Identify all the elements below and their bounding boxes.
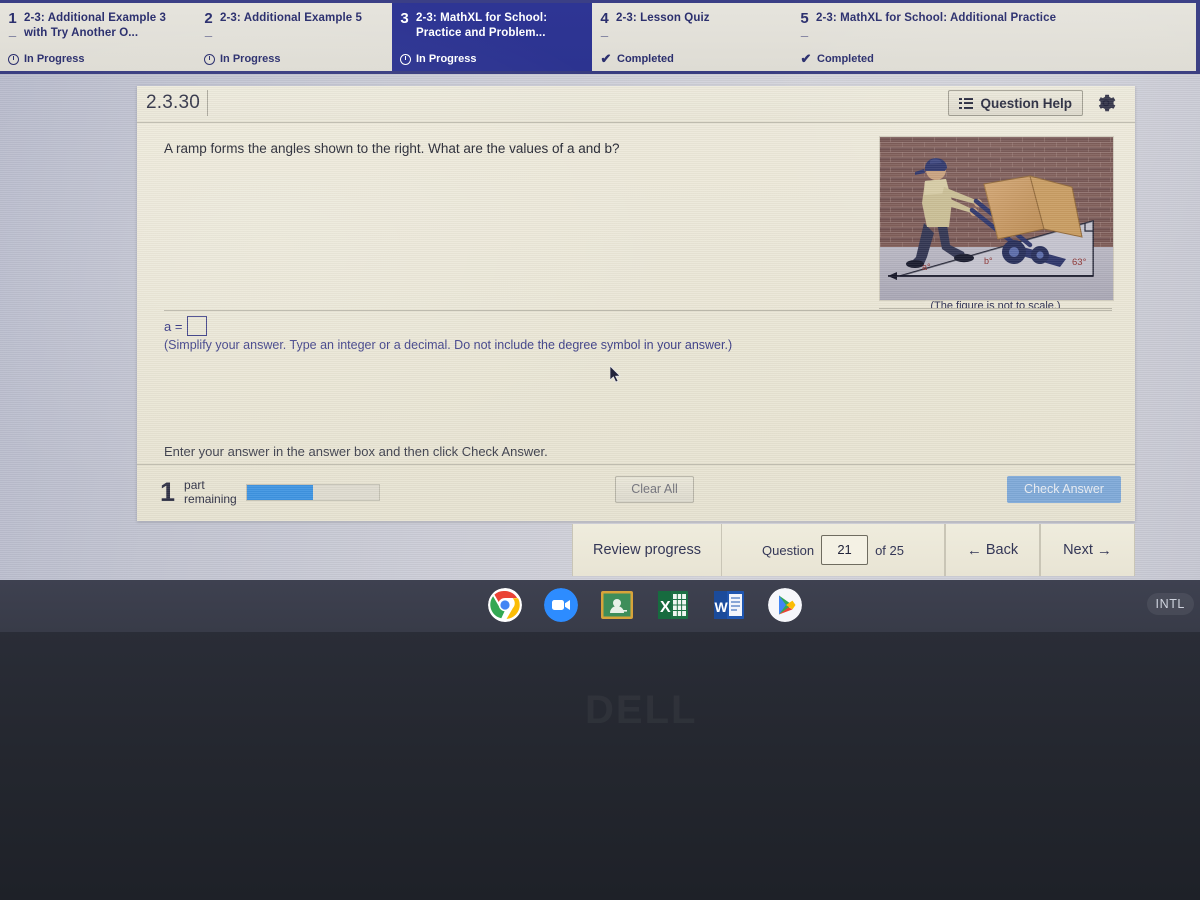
question-total-label: of 25 [875,542,904,558]
parts-remaining: 1 part remaining [160,478,380,506]
tab-3-title: 2-3: MathXL for School: Practice and Pro… [416,12,548,39]
dell-brand-logo: DELL [585,688,697,733]
tab-1-top: 1 _ 2-3: Additional Example 3 with Try A… [8,11,186,40]
answer-input[interactable] [187,316,208,336]
answer-prefix: a = [164,318,183,334]
tab-3-status: In Progress [400,53,582,65]
tab-1-underline: _ [8,23,17,38]
assignment-tab-5[interactable]: 5 _ 2-3: MathXL for School: Additional P… [792,3,1196,71]
question-help-label: Question Help [980,95,1072,111]
monitor-bezel [0,630,1200,900]
check-icon: ✔ [600,51,612,66]
chrome-icon[interactable] [488,588,522,622]
tab-5-status-label: Completed [817,53,874,65]
assignment-tab-strip: 1 _ 2-3: Additional Example 3 with Try A… [0,3,1196,71]
tab-3-top: 3 2-3: MathXL for School: Practice and P… [400,11,582,40]
figure-divider [879,308,1112,309]
screen-area: 1 _ 2-3: Additional Example 3 with Try A… [0,0,1200,632]
tab-2-top: 2 _ 2-3: Additional Example 5 [204,11,382,38]
tab-4-underline: _ [600,23,609,38]
question-text: A ramp forms the angles shown to the rig… [164,141,620,156]
mouse-cursor [609,365,622,384]
next-label: Next [1063,542,1093,558]
gear-icon[interactable] [1095,92,1117,114]
tab-5-number: 5 _ [800,11,809,38]
parts-remaining-line1: part [184,478,205,492]
tab-2-underline: _ [204,23,213,38]
svg-text:W: W [715,599,729,615]
footer-divider [137,464,1135,465]
check-icon: ✔ [800,51,812,66]
svg-text:X: X [660,599,671,616]
left-arrow-icon: ← [966,541,982,559]
next-button[interactable]: Next → [1040,524,1135,576]
exercise-navigation-bar: Review progress Question 21 of 25 ← Back… [137,524,1135,576]
back-label: Back [985,542,1019,558]
exercise-header: 2.3.30 Question Help [137,86,1135,123]
assignment-tab-2[interactable]: 2 _ 2-3: Additional Example 5 In Progres… [196,3,392,71]
tab-3-number: 3 [400,11,409,26]
tab-1-status-label: In Progress [24,53,85,65]
clear-all-button[interactable]: Clear All [615,476,694,503]
tab-5-title: 2-3: MathXL for School: Additional Pract… [816,12,1057,24]
tab-1-title: 2-3: Additional Example 3 with Try Anoth… [24,12,167,39]
list-icon [959,97,974,109]
question-number-input[interactable]: 21 [821,535,869,565]
clock-icon [400,53,411,65]
angle-known-label: 63° [1072,257,1087,268]
taskbar-shelf: X W INTL [0,580,1200,632]
tab-2-title: 2-3: Additional Example 5 [220,12,363,24]
parts-remaining-line2: remaining [184,492,237,507]
play-store-icon[interactable] [768,588,802,622]
tab-2-status-label: In Progress [220,53,281,65]
question-label: Question [762,542,815,558]
shelf-icon-row: X W [488,588,802,622]
angle-b-label: b° [984,256,993,266]
tab-4-status: ✔ Completed [600,51,782,66]
progress-bar-fill [246,484,313,500]
right-arrow-icon: → [1096,541,1112,559]
angle-a-label: a° [922,262,931,272]
status-badge[interactable]: INTL [1146,593,1194,615]
tab-3-number-text: 3 [400,10,409,27]
question-navigator: Question 21 of 25 [722,524,945,576]
tab-4-top: 4 _ 2-3: Lesson Quiz [600,11,782,38]
photo-of-screen: DELL 1 _ 2-3: Additional Example 3 with … [0,0,1200,900]
review-progress-button[interactable]: Review progress [572,524,722,576]
check-answer-button[interactable]: Check Answer [1007,476,1121,503]
ramp-figure: a° b° 63° [879,136,1114,301]
tab-2-number: 2 _ [204,11,213,38]
clock-icon [8,53,19,65]
parts-remaining-label: part remaining [184,478,237,506]
tab-4-status-label: Completed [617,53,674,65]
assignment-tab-4[interactable]: 4 _ 2-3: Lesson Quiz ✔ Completed [592,3,792,71]
instruction-text: Enter your answer in the answer box and … [164,444,548,459]
tab-5-underline: _ [800,23,809,38]
zoom-icon[interactable] [544,588,578,622]
parts-remaining-count: 1 [160,476,176,507]
answer-row: a = [164,316,208,336]
ramp-figure-svg: a° b° 63° [880,137,1113,300]
answer-hint: (Simplify your answer. Type an integer o… [164,338,733,352]
back-button[interactable]: ← Back [945,524,1040,576]
tab-5-status: ✔ Completed [800,51,1186,66]
tab-2-status: In Progress [204,53,382,65]
tab-3-status-label: In Progress [416,53,477,65]
tab-4-number: 4 _ [600,11,609,38]
tab-1-number: 1 _ [8,11,17,38]
tab-5-top: 5 _ 2-3: MathXL for School: Additional P… [800,11,1186,38]
tab-4-title: 2-3: Lesson Quiz [616,12,710,24]
answer-divider [164,310,1112,311]
exercise-card: 2.3.30 Question Help A ramp forms the an… [137,86,1135,521]
excel-icon[interactable]: X [656,588,690,622]
exercise-number: 2.3.30 [146,90,209,116]
clock-icon [204,53,215,65]
tab-1-status: In Progress [8,53,186,65]
progress-bar [245,483,380,501]
question-help-button[interactable]: Question Help [948,90,1083,116]
google-classroom-icon[interactable] [600,588,634,622]
assignment-tab-1[interactable]: 1 _ 2-3: Additional Example 3 with Try A… [0,3,196,71]
word-icon[interactable]: W [712,588,746,622]
assignment-tab-3-active[interactable]: 3 2-3: MathXL for School: Practice and P… [392,3,592,71]
